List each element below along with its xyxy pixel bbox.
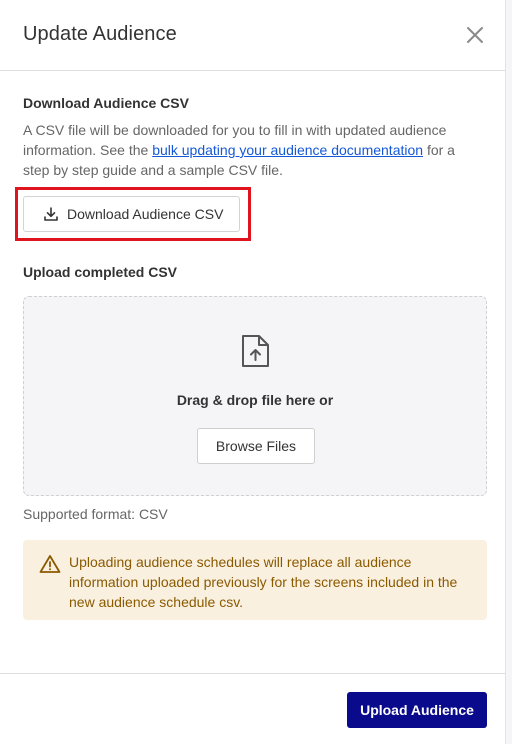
drag-drop-text: Drag & drop file here or <box>176 392 334 408</box>
modal-header: Update Audience <box>0 0 506 71</box>
close-icon <box>467 27 483 43</box>
upload-section-title: Upload completed CSV <box>23 264 178 280</box>
documentation-link[interactable]: bulk updating your audience documentatio… <box>152 142 423 158</box>
browse-files-button[interactable]: Browse Files <box>197 428 315 464</box>
download-section-title: Download Audience CSV <box>23 95 189 111</box>
warning-text: Uploading audience schedules will replac… <box>69 554 458 610</box>
download-csv-button[interactable]: Download Audience CSV <box>23 196 240 232</box>
update-audience-modal: Update Audience Download Audience CSV A … <box>0 0 506 744</box>
close-button[interactable] <box>464 24 486 46</box>
download-description: A CSV file will be downloaded for you to… <box>23 122 455 178</box>
download-button-label: Download Audience CSV <box>67 206 224 222</box>
download-icon <box>44 207 58 221</box>
warning-alert: Uploading audience schedules will replac… <box>23 540 487 620</box>
warning-icon <box>39 555 61 573</box>
background-edge <box>506 0 512 744</box>
modal-footer: Upload Audience <box>0 673 506 744</box>
file-upload-icon <box>242 335 269 367</box>
supported-format-text: Supported format: CSV <box>23 506 168 522</box>
file-dropzone[interactable]: Drag & drop file here or Browse Files <box>23 296 487 496</box>
modal-title: Update Audience <box>23 23 177 45</box>
upload-audience-button[interactable]: Upload Audience <box>347 692 487 728</box>
